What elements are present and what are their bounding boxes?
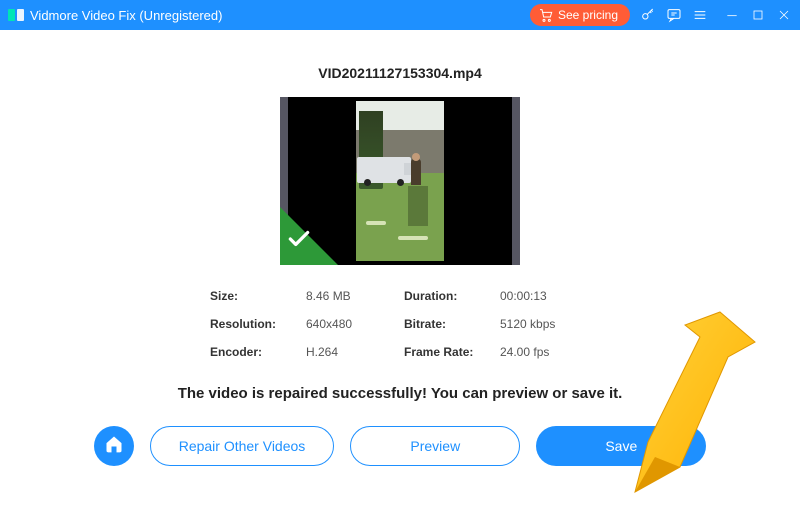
home-button[interactable] <box>94 426 134 466</box>
info-size-value: 8.46 MB <box>306 289 396 303</box>
action-row: Repair Other Videos Preview Save <box>94 426 707 466</box>
app-title: Vidmore Video Fix (Unregistered) <box>30 8 222 23</box>
info-duration-value: 00:00:13 <box>500 289 590 303</box>
thumbnail-detail <box>398 236 428 240</box>
thumbnail-detail <box>408 186 428 226</box>
video-preview[interactable] <box>280 97 520 265</box>
video-thumbnail <box>356 101 444 261</box>
titlebar-left: Vidmore Video Fix (Unregistered) <box>8 7 222 23</box>
see-pricing-button[interactable]: See pricing <box>530 4 630 26</box>
feedback-icon[interactable] <box>666 7 682 23</box>
save-label: Save <box>605 438 637 454</box>
thumbnail-detail <box>357 157 411 183</box>
info-resolution-label: Resolution: <box>210 317 298 331</box>
info-bitrate-label: Bitrate: <box>404 317 492 331</box>
titlebar-right: See pricing <box>530 4 792 26</box>
info-framerate-label: Frame Rate: <box>404 345 492 359</box>
titlebar: Vidmore Video Fix (Unregistered) See pri… <box>0 0 800 30</box>
info-bitrate-value: 5120 kbps <box>500 317 590 331</box>
pricing-label: See pricing <box>558 8 618 22</box>
info-encoder-value: H.264 <box>306 345 396 359</box>
repair-other-label: Repair Other Videos <box>179 438 306 454</box>
info-resolution-value: 640x480 <box>306 317 396 331</box>
menu-icon[interactable] <box>692 7 708 23</box>
info-framerate-value: 24.00 fps <box>500 345 590 359</box>
repair-other-videos-button[interactable]: Repair Other Videos <box>150 426 335 466</box>
thumbnail-detail <box>411 159 421 185</box>
minimize-icon[interactable] <box>724 7 740 23</box>
info-duration-label: Duration: <box>404 289 492 303</box>
key-icon[interactable] <box>640 7 656 23</box>
app-logo-icon <box>8 7 24 23</box>
preview-label: Preview <box>410 438 460 454</box>
cart-icon <box>538 7 554 23</box>
preview-button[interactable]: Preview <box>350 426 520 466</box>
checkmark-icon <box>286 226 312 257</box>
file-name: VID20211127153304.mp4 <box>318 65 481 81</box>
maximize-icon[interactable] <box>750 7 766 23</box>
info-encoder-label: Encoder: <box>210 345 298 359</box>
close-icon[interactable] <box>776 7 792 23</box>
save-button[interactable]: Save <box>536 426 706 466</box>
status-message: The video is repaired successfully! You … <box>178 385 623 402</box>
thumbnail-detail <box>366 221 386 225</box>
home-icon <box>104 434 124 459</box>
video-info-grid: Size: 8.46 MB Duration: 00:00:13 Resolut… <box>210 289 590 359</box>
main-content: VID20211127153304.mp4 Size: 8.46 MB Dura… <box>0 30 800 466</box>
preview-frame-bar <box>512 97 520 265</box>
info-size-label: Size: <box>210 289 298 303</box>
